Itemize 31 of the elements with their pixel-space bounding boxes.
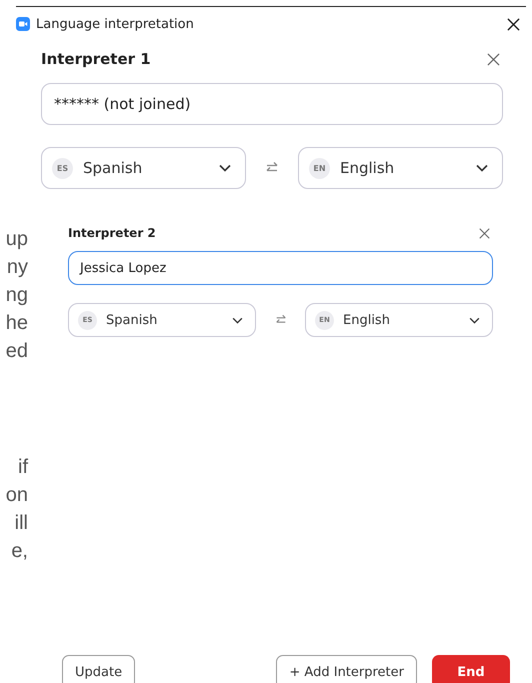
language-label: English bbox=[340, 159, 394, 177]
text-fragment: e, bbox=[11, 539, 28, 564]
name-field[interactable]: ****** (not joined) bbox=[41, 83, 503, 125]
language-code-badge: EN bbox=[309, 158, 330, 178]
language-label: Spanish bbox=[83, 159, 142, 177]
text-fragment: ed bbox=[6, 339, 28, 364]
camera-app-icon bbox=[16, 17, 30, 31]
text-fragment: on bbox=[6, 483, 28, 508]
text-fragment: ny bbox=[6, 255, 28, 280]
language-label: English bbox=[343, 312, 390, 328]
chevron-down-icon bbox=[476, 164, 488, 172]
text-fragment: ng bbox=[6, 283, 28, 308]
text-fragment: he bbox=[6, 311, 28, 336]
action-button[interactable]: + Add Interpreter bbox=[276, 655, 417, 683]
name-field[interactable]: Jessica Lopez bbox=[68, 251, 493, 285]
close-icon[interactable] bbox=[507, 18, 520, 30]
language-dropdown[interactable]: ES Spanish bbox=[41, 147, 246, 189]
text-fragment: ill bbox=[14, 511, 28, 536]
end-button[interactable]: End bbox=[432, 655, 510, 683]
window-title: Language interpretation bbox=[36, 16, 194, 32]
interpreter-heading: Interpreter 2 bbox=[68, 226, 156, 240]
language-code-badge: ES bbox=[52, 158, 73, 178]
text-fragment: if bbox=[18, 455, 28, 480]
language-label: Spanish bbox=[106, 312, 158, 328]
interpreter-heading: Interpreter 1 bbox=[41, 50, 151, 68]
text-fragment: up bbox=[6, 227, 28, 252]
chevron-down-icon bbox=[219, 164, 231, 172]
language-dropdown[interactable]: EN English bbox=[298, 147, 503, 189]
chevron-down-icon bbox=[232, 316, 243, 324]
action-button[interactable]: Update bbox=[62, 655, 136, 683]
chevron-down-icon bbox=[469, 316, 480, 324]
